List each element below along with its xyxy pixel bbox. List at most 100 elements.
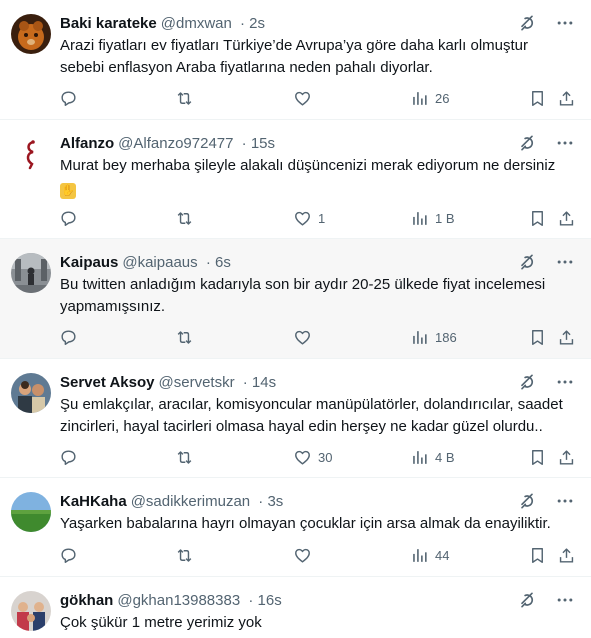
tweet[interactable]: Baki karateke @dmxwan · 2s Arazi fiyatlar… [0, 0, 591, 120]
bookmark-button[interactable] [528, 327, 547, 347]
tweet-text: Yaşarken babalarına hayrı olmayan çocukl… [60, 515, 551, 532]
timestamp[interactable]: · 3s [258, 493, 283, 510]
like-button[interactable] [293, 545, 318, 565]
display-name[interactable]: gökhan [60, 592, 113, 609]
reply-button[interactable] [59, 327, 78, 347]
avatar[interactable] [11, 373, 51, 413]
like-count: 30 [318, 449, 333, 465]
view-count: 4 B [435, 449, 455, 465]
tweet[interactable]: Servet Aksoy @servetskr · 14s Şu emlakçıl… [0, 359, 591, 478]
retweet-icon [175, 209, 194, 228]
reply-button[interactable] [59, 88, 78, 108]
tweet-header: Alfanzo @Alfanzo972477 · 15s [60, 134, 275, 154]
avatar[interactable] [11, 253, 51, 293]
retweet-button[interactable] [175, 208, 194, 228]
view-count: 1 B [435, 210, 455, 226]
display-name[interactable]: Alfanzo [60, 135, 114, 152]
more-icon[interactable] [555, 252, 575, 272]
avatar[interactable] [11, 591, 51, 631]
display-name[interactable]: Servet Aksoy [60, 374, 155, 391]
action-bar: 44 [0, 545, 591, 565]
timestamp[interactable]: · 2s [240, 15, 265, 32]
more-icon[interactable] [555, 590, 575, 610]
retweet-button[interactable] [175, 545, 194, 565]
display-name[interactable]: Kaipaus [60, 254, 118, 271]
timestamp[interactable]: · 16s [248, 592, 281, 609]
display-name[interactable]: Baki karateke [60, 15, 157, 32]
retweet-button[interactable] [175, 447, 194, 467]
like-button[interactable] [293, 327, 318, 347]
more-icon[interactable] [555, 133, 575, 153]
views-button[interactable]: 4 B [410, 447, 455, 467]
tweet-text: Murat bey merhaba şileyle alakalı düşünc… [60, 157, 556, 174]
tweet-header: Kaipaus @kaipaaus · 6s [60, 253, 231, 273]
share-button[interactable] [557, 88, 576, 108]
timestamp[interactable]: · 14s [243, 374, 276, 391]
grok-icon[interactable] [517, 13, 537, 33]
more-icon[interactable] [555, 372, 575, 392]
share-icon [557, 546, 576, 565]
share-button[interactable] [557, 327, 576, 347]
views-button[interactable]: 44 [410, 545, 449, 565]
display-name[interactable]: KaHKaha [60, 493, 127, 510]
bookmark-button[interactable] [528, 545, 547, 565]
tweet-text: Arazi fiyatları ev fiyatları Türkiye’de … [60, 37, 528, 76]
retweet-icon [175, 328, 194, 347]
reply-icon [59, 209, 78, 228]
grok-icon[interactable] [517, 491, 537, 511]
share-button[interactable] [557, 545, 576, 565]
grok-icon[interactable] [517, 372, 537, 392]
views-icon [410, 89, 429, 108]
reply-button[interactable] [59, 447, 78, 467]
like-button[interactable] [293, 88, 318, 108]
tweet-header: Servet Aksoy @servetskr · 14s [60, 373, 276, 393]
views-button[interactable]: 1 B [410, 208, 455, 228]
views-icon [410, 209, 429, 228]
bookmark-button[interactable] [528, 447, 547, 467]
bookmark-button[interactable] [528, 88, 547, 108]
avatar[interactable] [11, 14, 51, 54]
like-button[interactable]: 30 [293, 447, 332, 467]
retweet-icon [175, 546, 194, 565]
tweet[interactable]: gökhan @gkhan13988383 · 16s Çok şükür 1 m… [0, 577, 591, 638]
more-icon[interactable] [555, 491, 575, 511]
tweet[interactable]: Alfanzo @Alfanzo972477 · 15s Murat bey me… [0, 120, 591, 239]
grok-icon[interactable] [517, 590, 537, 610]
views-button[interactable]: 186 [410, 327, 457, 347]
retweet-button[interactable] [175, 327, 194, 347]
grok-icon[interactable] [517, 252, 537, 272]
action-bar: 186 [0, 327, 591, 347]
share-button[interactable] [557, 208, 576, 228]
tweet[interactable]: Kaipaus @kaipaaus · 6s Bu twitten anladığ… [0, 239, 591, 359]
grok-icon[interactable] [517, 133, 537, 153]
handle[interactable]: @servetskr [159, 374, 235, 391]
handle[interactable]: @gkhan13988383 [117, 592, 240, 609]
tweet-header: KaHKaha @sadikkerimuzan · 3s [60, 492, 283, 512]
views-button[interactable]: 26 [410, 88, 449, 108]
bookmark-icon [528, 89, 547, 108]
like-button[interactable]: 1 [293, 208, 325, 228]
action-bar: 30 4 B [0, 447, 591, 467]
handle[interactable]: @dmxwan [161, 15, 232, 32]
reply-button[interactable] [59, 208, 78, 228]
share-button[interactable] [557, 447, 576, 467]
like-icon [293, 448, 312, 467]
retweet-icon [175, 448, 194, 467]
retweet-icon [175, 89, 194, 108]
timestamp[interactable]: · 15s [242, 135, 275, 152]
share-icon [557, 209, 576, 228]
bookmark-icon [528, 448, 547, 467]
retweet-button[interactable] [175, 88, 194, 108]
tweet[interactable]: KaHKaha @sadikkerimuzan · 3s Yaşarken bab… [0, 478, 591, 577]
handle[interactable]: @kaipaaus [122, 254, 197, 271]
more-icon[interactable] [555, 13, 575, 33]
handle[interactable]: @Alfanzo972477 [118, 135, 233, 152]
timestamp[interactable]: · 6s [206, 254, 231, 271]
view-count: 26 [435, 90, 450, 106]
reply-button[interactable] [59, 545, 78, 565]
handle[interactable]: @sadikkerimuzan [131, 493, 250, 510]
avatar[interactable] [11, 492, 51, 532]
avatar[interactable] [11, 134, 51, 174]
bookmark-button[interactable] [528, 208, 547, 228]
views-icon [410, 328, 429, 347]
